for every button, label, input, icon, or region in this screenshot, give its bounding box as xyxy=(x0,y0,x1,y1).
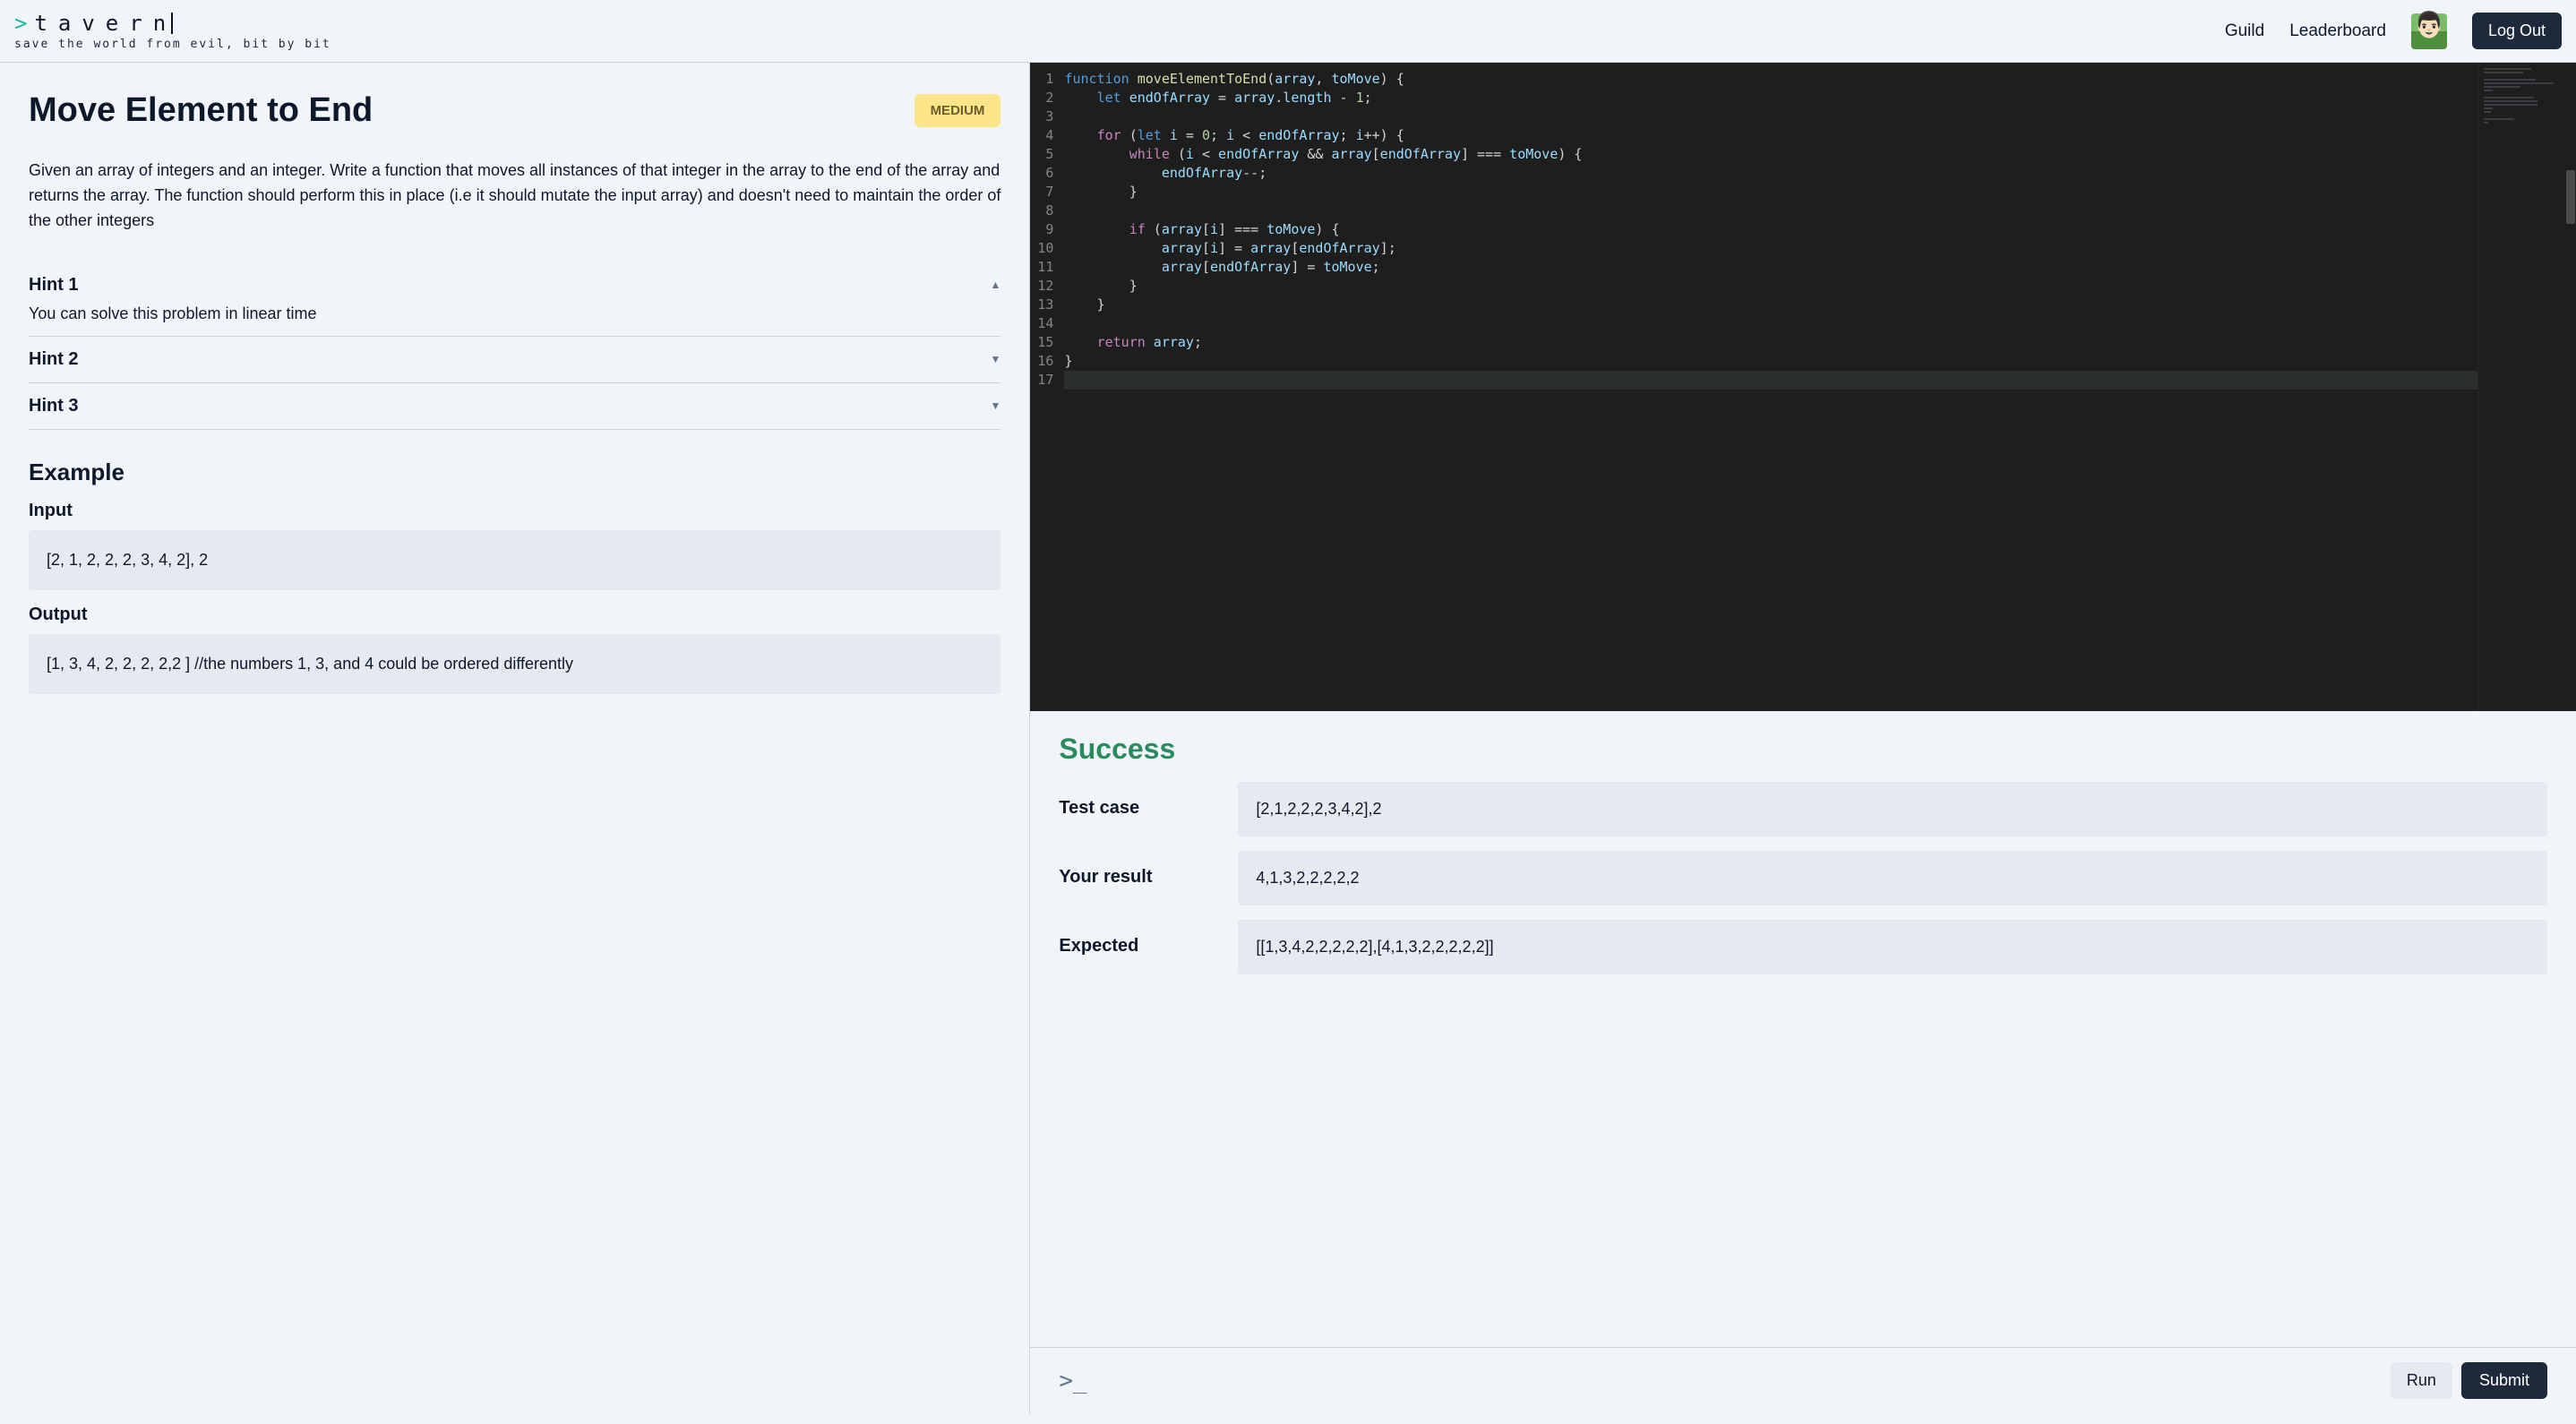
hint-header[interactable]: Hint 3 ▼ xyxy=(29,396,1000,416)
hint-header[interactable]: Hint 2 ▼ xyxy=(29,349,1000,370)
problem-panel: Move Element to End MEDIUM Given an arra… xyxy=(0,63,1030,1413)
problem-title: Move Element to End xyxy=(29,91,373,130)
hint-body: You can solve this problem in linear tim… xyxy=(29,305,1000,323)
nav-guild[interactable]: Guild xyxy=(2225,21,2264,41)
logo-section: > tavern save the world from evil, bit b… xyxy=(14,11,331,51)
scrollbar[interactable] xyxy=(2563,63,2576,711)
hint-3: Hint 3 ▼ xyxy=(29,383,1000,430)
result-value: [[1,3,4,2,2,2,2,2],[4,1,3,2,2,2,2,2]] xyxy=(1238,920,2547,974)
result-label: Your result xyxy=(1059,851,1184,905)
header: > tavern save the world from evil, bit b… xyxy=(0,0,2576,63)
submit-button[interactable]: Submit xyxy=(2461,1362,2547,1399)
example-section: Example Input [2, 1, 2, 2, 2, 3, 4, 2], … xyxy=(29,459,1000,694)
logo-text: tavern xyxy=(34,11,176,36)
hint-label: Hint 1 xyxy=(29,275,79,296)
chevron-up-icon: ▲ xyxy=(991,279,1001,291)
prompt-icon: > xyxy=(14,11,27,36)
logo[interactable]: > tavern xyxy=(14,11,331,36)
right-panel: 1234567891011121314151617 function moveE… xyxy=(1030,63,2576,1413)
result-value: [2,1,2,2,2,3,4,2],2 xyxy=(1238,782,2547,836)
problem-description: Given an array of integers and an intege… xyxy=(29,159,1000,234)
terminal-icon: >_ xyxy=(1059,1368,1086,1394)
result-value: 4,1,3,2,2,2,2,2 xyxy=(1238,851,2547,905)
result-label: Test case xyxy=(1059,782,1184,836)
chevron-down-icon: ▼ xyxy=(991,353,1001,365)
result-row: Your result 4,1,3,2,2,2,2,2 xyxy=(1059,851,2547,905)
main: Move Element to End MEDIUM Given an arra… xyxy=(0,63,2576,1413)
hint-2: Hint 2 ▼ xyxy=(29,337,1000,383)
status-heading: Success xyxy=(1059,733,2547,766)
result-row: Expected [[1,3,4,2,2,2,2,2],[4,1,3,2,2,2,… xyxy=(1059,920,2547,974)
bottom-bar: >_ Run Submit xyxy=(1030,1347,2576,1413)
example-heading: Example xyxy=(29,459,1000,486)
code-editor[interactable]: 1234567891011121314151617 function moveE… xyxy=(1030,63,2576,711)
chevron-down-icon: ▼ xyxy=(991,399,1001,412)
tagline: save the world from evil, bit by bit xyxy=(14,38,331,51)
result-row: Test case [2,1,2,2,2,3,4,2],2 xyxy=(1059,782,2547,836)
line-gutter: 1234567891011121314151617 xyxy=(1030,63,1064,711)
nav: Guild Leaderboard Log Out xyxy=(2225,13,2562,49)
input-label: Input xyxy=(29,501,1000,521)
difficulty-badge: MEDIUM xyxy=(914,94,1001,127)
hint-1: Hint 1 ▲ You can solve this problem in lin… xyxy=(29,262,1000,337)
run-button[interactable]: Run xyxy=(2391,1362,2452,1399)
result-label: Expected xyxy=(1059,920,1184,974)
avatar[interactable] xyxy=(2411,13,2447,49)
nav-leaderboard[interactable]: Leaderboard xyxy=(2289,21,2386,41)
code-area[interactable]: function moveElementToEnd(array, toMove)… xyxy=(1064,63,2576,711)
hint-label: Hint 3 xyxy=(29,396,79,416)
cursor-icon xyxy=(171,13,173,34)
hint-header[interactable]: Hint 1 ▲ xyxy=(29,275,1000,296)
output-box: [1, 3, 4, 2, 2, 2, 2,2 ] //the numbers 1… xyxy=(29,634,1000,694)
minimap[interactable] xyxy=(2477,63,2576,711)
action-buttons: Run Submit xyxy=(2391,1362,2547,1399)
output-label: Output xyxy=(29,605,1000,625)
scrollbar-thumb[interactable] xyxy=(2566,170,2575,224)
input-box: [2, 1, 2, 2, 2, 3, 4, 2], 2 xyxy=(29,530,1000,590)
title-row: Move Element to End MEDIUM xyxy=(29,91,1000,130)
hint-label: Hint 2 xyxy=(29,349,79,370)
results-panel: Success Test case [2,1,2,2,2,3,4,2],2 Your… xyxy=(1030,711,2576,1347)
logout-button[interactable]: Log Out xyxy=(2472,13,2562,49)
